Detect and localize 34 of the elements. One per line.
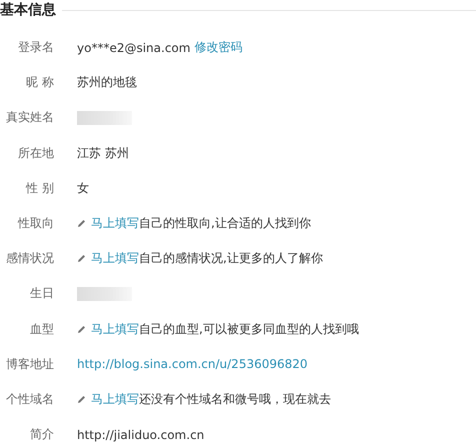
field-value: 江苏 苏州 <box>77 144 129 162</box>
blog-link[interactable]: http://blog.sina.com.cn/u/2536096820 <box>77 357 308 372</box>
field-value: 女 <box>77 180 89 197</box>
fill-in-link[interactable]: 马上填写 <box>91 250 139 268</box>
blurred-value <box>77 110 132 125</box>
prompt-text: 自己的感情状况,让更多的人了解你 <box>139 250 323 268</box>
field-label: 所在地 <box>17 144 54 162</box>
field-label: 真实姓名 <box>5 109 54 126</box>
section-title: 基本信息 <box>0 1 57 19</box>
field-label: 血型 <box>29 320 54 338</box>
pencil-icon <box>77 254 86 264</box>
prompt-text: 还没有个性域名和微号哦，现在就去 <box>139 390 331 408</box>
field-label: 简介 <box>29 426 54 443</box>
prompt-text: 自己的血型,可以被更多同血型的人找到哦 <box>139 320 359 338</box>
fill-in-link[interactable]: 马上填写 <box>91 390 139 408</box>
prompt-text: 自己的性取向,让合适的人找到你 <box>139 215 311 232</box>
fill-in-link[interactable]: 马上填写 <box>91 320 139 338</box>
field-value: http://jialiduo.com.cn <box>77 428 204 442</box>
field-label: 博客地址 <box>5 356 54 373</box>
field-label: 性 别 <box>24 180 54 197</box>
fill-in-link[interactable]: 马上填写 <box>91 215 139 232</box>
field-value: yo***e2@sina.com <box>77 40 190 55</box>
field-label: 个性域名 <box>5 390 54 408</box>
field-label: 登录名 <box>17 39 54 56</box>
field-value: 苏州的地毯 <box>77 74 137 92</box>
field-label: 性取向 <box>16 215 54 232</box>
field-label: 昵 称 <box>25 74 54 92</box>
change-password-link[interactable]: 修改密码 <box>194 39 242 56</box>
pencil-icon <box>77 324 86 334</box>
pencil-icon <box>77 219 86 228</box>
field-label: 生日 <box>29 285 54 302</box>
blurred-value <box>77 286 132 301</box>
field-label: 感情状况 <box>5 250 54 268</box>
pencil-icon <box>77 394 86 404</box>
